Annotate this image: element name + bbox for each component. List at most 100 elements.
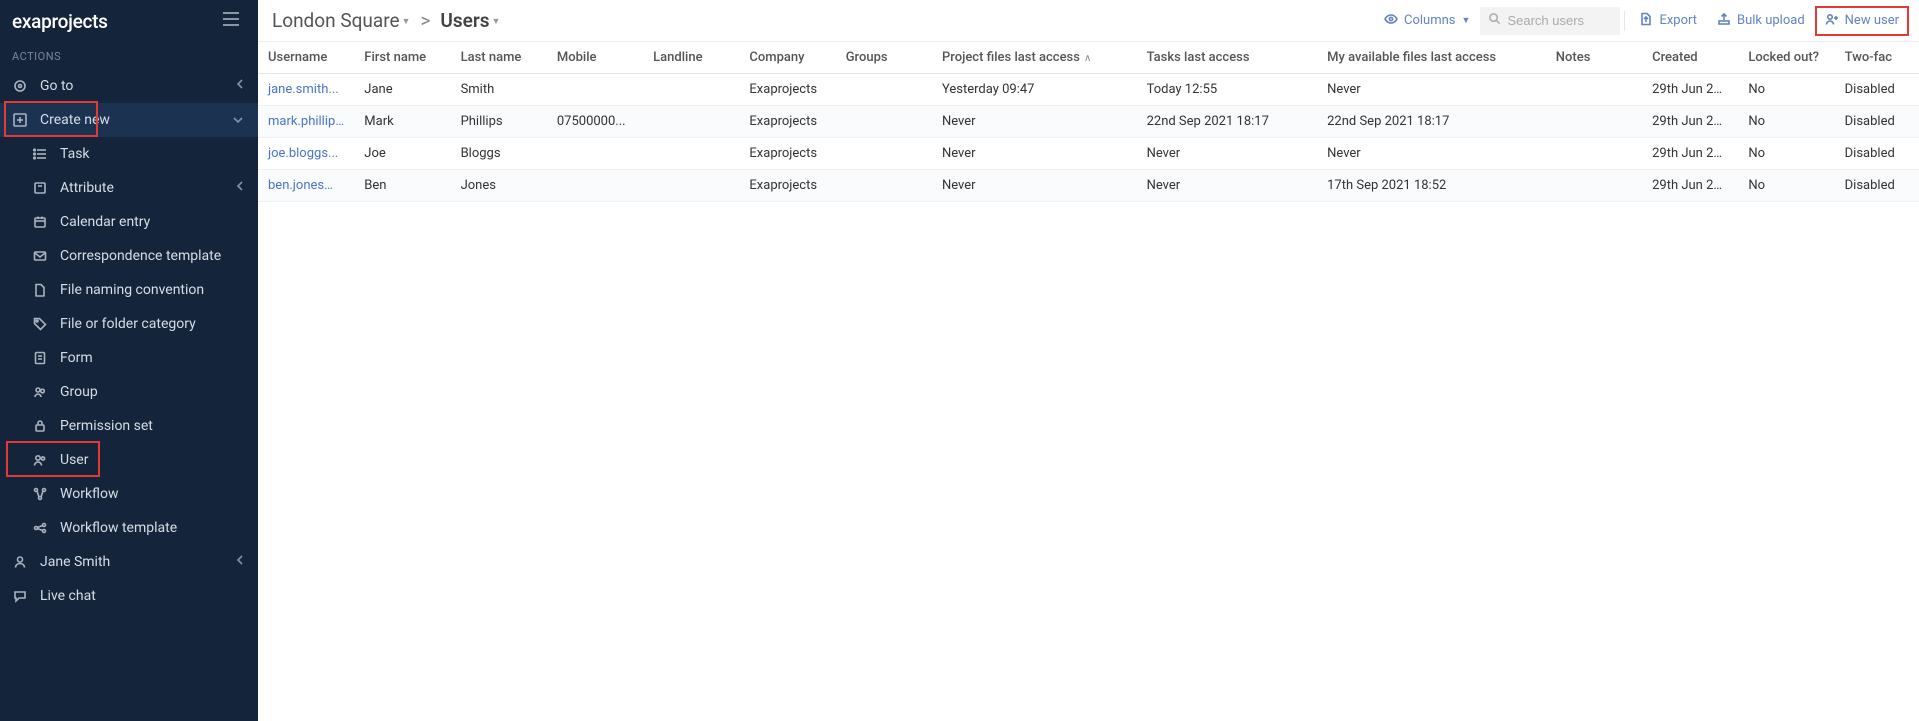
- sidebar-sub-workflow-template[interactable]: Workflow template: [0, 511, 258, 545]
- cell-username[interactable]: mark.phillip...: [258, 106, 354, 138]
- table-row[interactable]: mark.phillip...MarkPhillips07500000...Ex…: [258, 106, 1919, 138]
- search-icon: [1488, 12, 1501, 29]
- cell-locked-out: No: [1738, 106, 1834, 138]
- sidebar-sub-workflow[interactable]: Workflow: [0, 477, 258, 511]
- sidebar-sub-permission-set[interactable]: Permission set: [0, 409, 258, 443]
- file-icon: [32, 282, 48, 298]
- cell-two-factor: Disabled: [1835, 138, 1919, 170]
- group-icon: [32, 384, 48, 400]
- sidebar-sub-calendar-entry[interactable]: Calendar entry: [0, 205, 258, 239]
- sidebar-sub-correspondence-template[interactable]: Correspondence template: [0, 239, 258, 273]
- cell-notes: [1546, 106, 1642, 138]
- sidebar-item-label: Attribute: [60, 180, 114, 196]
- col-project-files-last-access[interactable]: Project files last access∧: [932, 42, 1137, 74]
- columns-button[interactable]: Columns ▼: [1374, 6, 1480, 36]
- users-table-wrap[interactable]: Username First name Last name Mobile Lan…: [258, 42, 1919, 721]
- export-button[interactable]: Export: [1629, 6, 1707, 36]
- cell-my-avail-files-last-access: 22nd Sep 2021 18:17: [1317, 106, 1546, 138]
- user-icon: [12, 554, 28, 570]
- chevron-right-icon: [236, 180, 244, 196]
- hamburger-icon[interactable]: [218, 8, 244, 34]
- sidebar-sub-task[interactable]: Task: [0, 137, 258, 171]
- plus-square-icon: [12, 112, 28, 128]
- cell-locked-out: No: [1738, 170, 1834, 202]
- sidebar-item-label: Workflow: [60, 486, 119, 502]
- col-last-name[interactable]: Last name: [451, 42, 547, 74]
- cell-mobile: 07500000...: [547, 106, 643, 138]
- cell-company: Exaprojects: [739, 106, 835, 138]
- cell-username[interactable]: jane.smith...: [258, 74, 354, 106]
- col-landline[interactable]: Landline: [643, 42, 739, 74]
- cell-tasks-last-access: Today 12:55: [1137, 74, 1318, 106]
- sidebar-sub-file-folder-category[interactable]: File or folder category: [0, 307, 258, 341]
- lock-icon: [32, 418, 48, 434]
- sidebar-item-current-user[interactable]: Jane Smith: [0, 545, 258, 579]
- sidebar-sub-group[interactable]: Group: [0, 375, 258, 409]
- cell-created: 29th Jun 20...: [1642, 106, 1738, 138]
- col-locked-out[interactable]: Locked out?: [1738, 42, 1834, 74]
- cell-company: Exaprojects: [739, 74, 835, 106]
- breadcrumb-separator: >: [420, 9, 430, 32]
- sidebar-item-label: Permission set: [60, 418, 153, 434]
- sidebar-item-label: File naming convention: [60, 282, 204, 298]
- users-icon: [32, 452, 48, 468]
- chevron-right-icon: [236, 78, 244, 94]
- table-row[interactable]: joe.bloggs...JoeBloggsExaprojectsNeverNe…: [258, 138, 1919, 170]
- sidebar-sub-file-naming[interactable]: File naming convention: [0, 273, 258, 307]
- col-first-name[interactable]: First name: [354, 42, 450, 74]
- breadcrumb-project[interactable]: London Square▼: [272, 9, 410, 32]
- cell-username[interactable]: joe.bloggs...: [258, 138, 354, 170]
- cell-project-files-last-access: Never: [932, 106, 1137, 138]
- col-my-available-files-last-access[interactable]: My available files last access: [1317, 42, 1546, 74]
- sidebar-item-label: User: [60, 452, 88, 468]
- sidebar-sub-attribute[interactable]: Attribute: [0, 171, 258, 205]
- sidebar-sub-form[interactable]: Form: [0, 341, 258, 375]
- calendar-icon: [32, 214, 48, 230]
- new-user-button[interactable]: New user: [1815, 6, 1909, 36]
- table-row[interactable]: ben.jones@...BenJonesExaprojectsNeverNev…: [258, 170, 1919, 202]
- cell-tasks-last-access: Never: [1137, 170, 1318, 202]
- table-row[interactable]: jane.smith...JaneSmithExaprojectsYesterd…: [258, 74, 1919, 106]
- search-input[interactable]: [1507, 13, 1607, 28]
- cell-username[interactable]: ben.jones@...: [258, 170, 354, 202]
- col-username[interactable]: Username: [258, 42, 354, 74]
- cell-landline: [643, 106, 739, 138]
- target-icon: [12, 78, 28, 94]
- search-users[interactable]: [1480, 7, 1620, 35]
- cell-last-name: Phillips: [451, 106, 547, 138]
- col-tasks-last-access[interactable]: Tasks last access: [1137, 42, 1318, 74]
- cell-last-name: Jones: [451, 170, 547, 202]
- breadcrumb-page[interactable]: Users▼: [440, 9, 500, 32]
- eye-icon: [1384, 12, 1398, 30]
- users-table: Username First name Last name Mobile Lan…: [258, 42, 1919, 202]
- cell-notes: [1546, 138, 1642, 170]
- sidebar-sub-user[interactable]: User: [0, 443, 258, 477]
- bulk-upload-button[interactable]: Bulk upload: [1707, 6, 1815, 36]
- chevron-right-icon: [236, 554, 244, 570]
- cell-project-files-last-access: Never: [932, 170, 1137, 202]
- workflow-template-icon: [32, 520, 48, 536]
- cell-notes: [1546, 74, 1642, 106]
- col-groups[interactable]: Groups: [836, 42, 932, 74]
- col-notes[interactable]: Notes: [1546, 42, 1642, 74]
- sidebar-item-live-chat[interactable]: Live chat: [0, 579, 258, 613]
- cell-mobile: [547, 74, 643, 106]
- col-mobile[interactable]: Mobile: [547, 42, 643, 74]
- cell-my-avail-files-last-access: 17th Sep 2021 18:52: [1317, 170, 1546, 202]
- col-company[interactable]: Company: [739, 42, 835, 74]
- sidebar-item-label: Correspondence template: [60, 248, 221, 264]
- cell-landline: [643, 138, 739, 170]
- cell-my-avail-files-last-access: Never: [1317, 138, 1546, 170]
- sidebar-item-goto[interactable]: Go to: [0, 69, 258, 103]
- cell-locked-out: No: [1738, 74, 1834, 106]
- col-two-factor[interactable]: Two-fac: [1835, 42, 1919, 74]
- form-icon: [32, 350, 48, 366]
- sidebar-item-create-new[interactable]: Create new: [0, 103, 258, 137]
- cell-groups: [836, 106, 932, 138]
- user-plus-icon: [1825, 12, 1839, 30]
- main-content: London Square▼ > Users▼ Columns ▼: [258, 0, 1919, 721]
- caret-down-icon: ▼: [1462, 15, 1471, 26]
- list-icon: [32, 146, 48, 162]
- chevron-down-icon: [232, 112, 244, 128]
- col-created[interactable]: Created: [1642, 42, 1738, 74]
